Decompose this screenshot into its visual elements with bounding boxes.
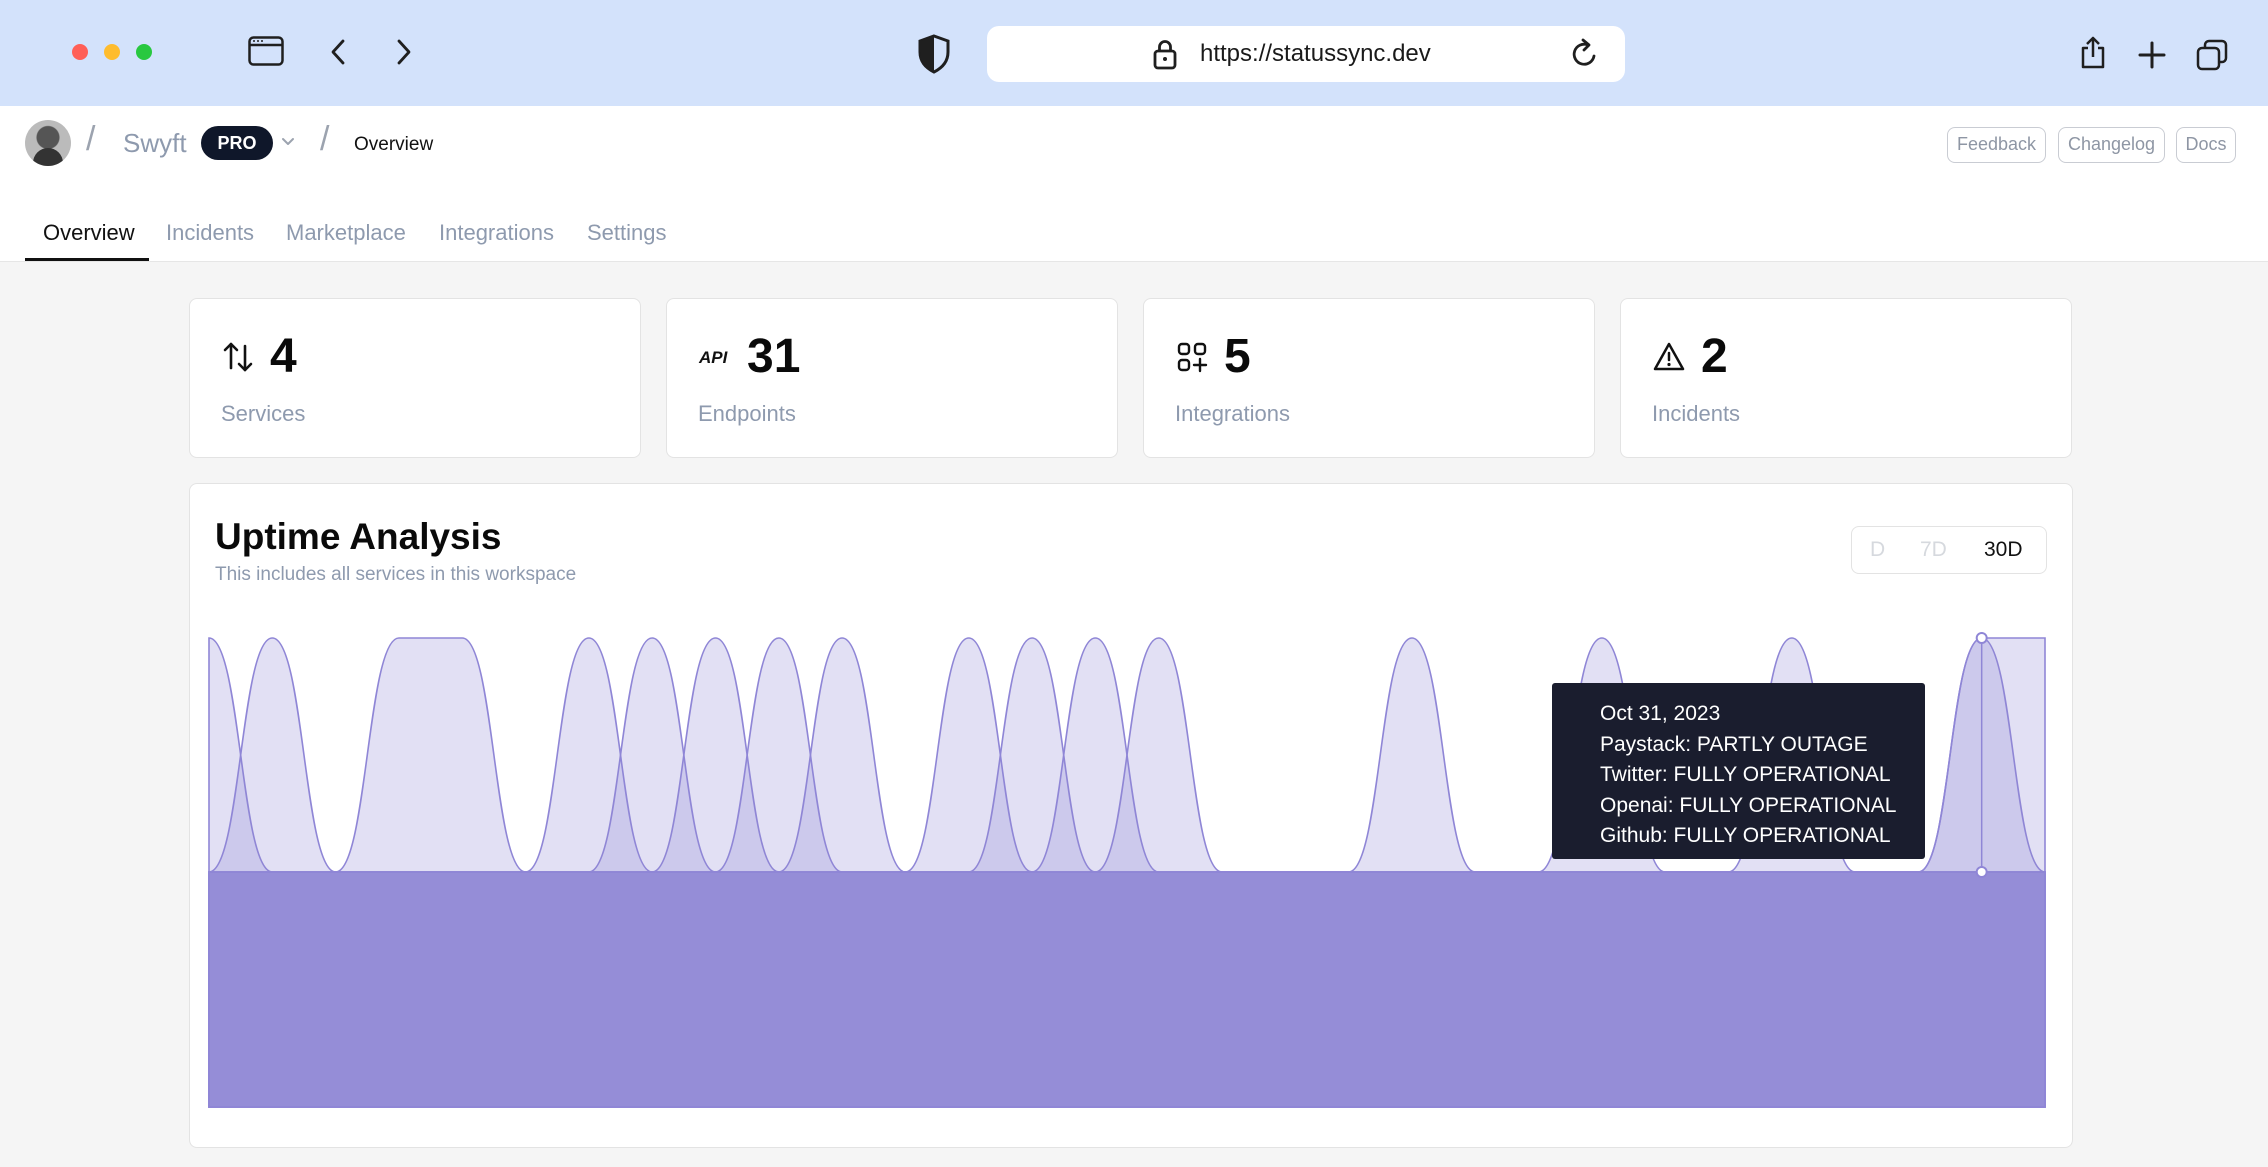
tab-incidents[interactable]: Incidents [166,220,254,246]
stat-card-incidents[interactable]: 2 Incidents [1620,298,2072,458]
svg-text:API: API [698,348,729,367]
workspace-name[interactable]: Swyft [123,128,187,159]
chart-hover-point-bottom [1975,866,1988,878]
tooltip-line: Github: FULLY OPERATIONAL [1600,824,1891,847]
alert-triangle-icon [1651,339,1687,375]
window-minimize-button[interactable] [104,44,120,60]
address-bar[interactable]: https://statussync.dev [987,26,1625,82]
stat-label: Endpoints [698,401,796,426]
tooltip-line: Twitter: FULLY OPERATIONAL [1600,763,1891,786]
window-close-button[interactable] [72,44,88,60]
window-zoom-button[interactable] [136,44,152,60]
api-icon: API [697,339,733,375]
stat-label: Integrations [1175,401,1290,426]
chart-hover-point-top [1975,632,1988,644]
tab-settings[interactable]: Settings [587,220,667,246]
tab-overview-icon[interactable] [2196,39,2228,71]
browser-toolbar: https://statussync.dev [0,0,2268,106]
app-header: / Swyft PRO / Overview Feedback Changelo… [0,106,2268,262]
share-icon[interactable] [2079,36,2107,70]
reload-icon[interactable] [1570,38,1600,70]
forward-icon[interactable] [394,38,414,66]
tab-marketplace[interactable]: Marketplace [286,220,406,246]
breadcrumb-separator: / [320,120,330,158]
url-text: https://statussync.dev [1200,40,1431,67]
apps-add-icon [1174,339,1210,375]
stat-value: 5 [1224,330,1251,383]
changelog-button[interactable]: Changelog [2058,127,2165,163]
stat-value: 4 [270,330,297,383]
lock-icon [1152,38,1178,70]
breadcrumb-separator: / [86,120,96,158]
active-tab-indicator [25,258,149,261]
new-tab-icon[interactable] [2137,40,2167,70]
chevron-down-icon[interactable] [280,130,296,159]
tooltip-line: Openai: FULLY OPERATIONAL [1600,793,1897,817]
tooltip-line: Paystack: PARTLY OUTAGE [1600,732,1868,756]
stat-card-services[interactable]: 4 Services [189,298,641,458]
stat-label: Incidents [1652,401,1741,426]
tooltip-date: Oct 31, 2023 [1600,702,1721,725]
stat-label: Services [221,401,306,426]
sidebar-toggle-icon[interactable] [248,36,284,66]
docs-button[interactable]: Docs [2176,127,2236,163]
plan-badge: PRO [201,126,273,160]
back-icon[interactable] [328,38,348,66]
uptime-analysis-panel: Uptime Analysis This includes all servic… [189,483,2073,1148]
tab-overview[interactable]: Overview [43,220,135,246]
stat-card-integrations[interactable]: 5 Integrations [1143,298,1595,458]
stat-value: 2 [1701,330,1728,383]
privacy-shield-icon[interactable] [917,34,951,74]
feedback-button[interactable]: Feedback [1947,127,2046,163]
arrows-up-down-icon [220,339,256,375]
tab-integrations[interactable]: Integrations [439,220,554,246]
user-avatar[interactable] [25,120,71,166]
chart-tooltip: Oct 31, 2023 Paystack: PARTLY OUTAGE Twi… [1552,683,1925,859]
stat-value: 31 [747,330,801,383]
breadcrumb-current: Overview [354,134,434,155]
stat-card-endpoints[interactable]: API 31 Endpoints [666,298,1118,458]
